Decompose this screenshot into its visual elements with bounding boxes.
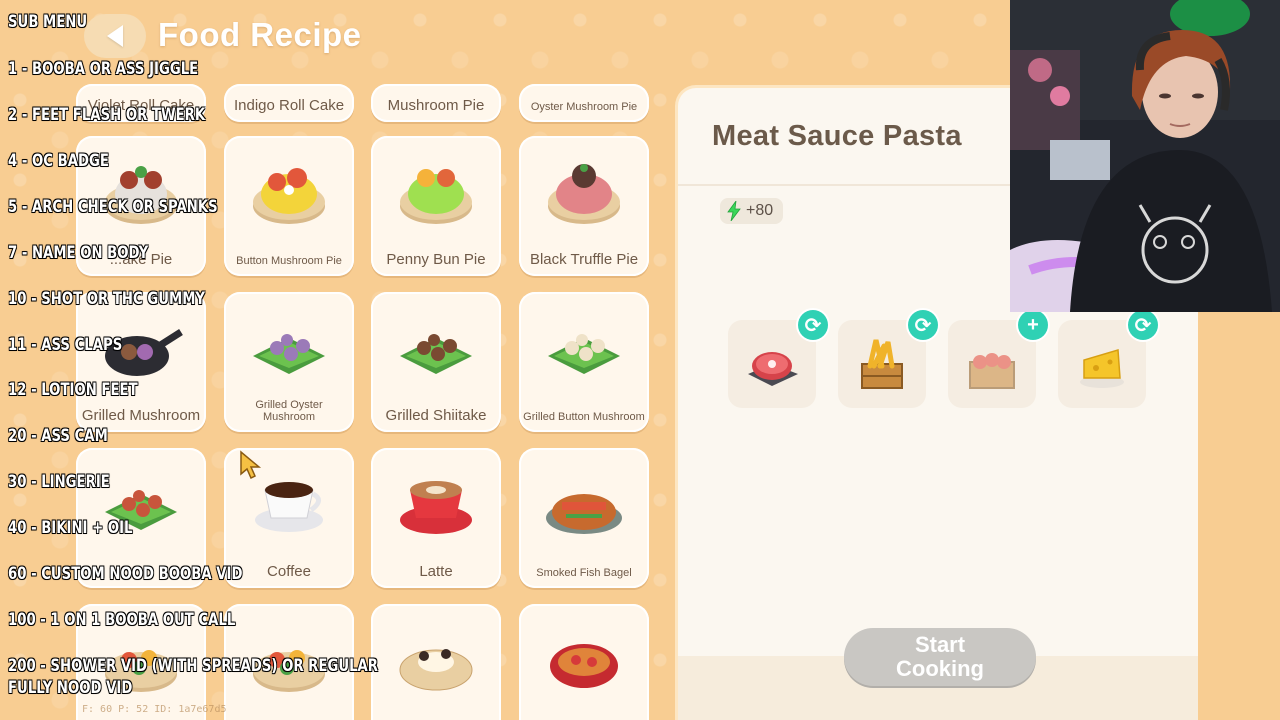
- recipe-card-label: Grilled Shiitake: [385, 406, 487, 424]
- cheese-icon: [1080, 349, 1124, 388]
- recipe-card-label: Latte: [419, 562, 453, 580]
- sub-menu-line: 100 - 1 ON 1 BOOBA OUT CALL: [8, 610, 236, 630]
- recipe-card[interactable]: Grilled Shiitake: [371, 292, 501, 432]
- sub-menu-line: FULLY NOOD VID: [8, 678, 133, 698]
- swap-icon[interactable]: ⟳: [1128, 310, 1158, 340]
- ingredient-slot-meat[interactable]: ⟳: [728, 310, 828, 408]
- sub-menu-line: 20 - ASS CAM: [8, 426, 108, 446]
- recipe-card-label: Grilled Oyster Mushroom: [255, 398, 323, 424]
- streamer-webcam-image: [1010, 0, 1280, 312]
- chevron-left-icon: [107, 25, 123, 47]
- recipe-card[interactable]: Penny Bun Pie: [371, 136, 501, 276]
- sub-menu-line: 5 - ARCH CHECK OR SPANKS: [8, 197, 218, 217]
- sub-menu-line: 4 - OC BADGE: [8, 151, 109, 171]
- ingredient-slot-cheese[interactable]: ⟳: [1058, 310, 1158, 408]
- ingredient-slots: ⟳ ⟳ + ⟳: [728, 310, 1158, 410]
- swap-icon[interactable]: ⟳: [908, 310, 938, 340]
- back-button[interactable]: [84, 14, 146, 58]
- ingredient-slot-tomato[interactable]: +: [948, 310, 1048, 408]
- sub-menu-line: 40 - BIKINI + OIL: [8, 518, 133, 538]
- recipe-food-icon: [105, 166, 177, 224]
- page-title: Food Recipe: [158, 16, 362, 53]
- add-icon[interactable]: +: [1018, 310, 1048, 340]
- recipe-card[interactable]: Grilled Button Mushroom: [519, 292, 649, 432]
- start-cooking-button[interactable]: Start Cooking: [844, 628, 1036, 686]
- recipe-card[interactable]: Black Truffle Pie: [519, 136, 649, 276]
- recipe-card[interactable]: [519, 604, 649, 720]
- recipe-food-icon: [399, 649, 473, 691]
- recipe-card-label: Indigo Roll Cake: [233, 96, 345, 114]
- sub-menu-line: 30 - LINGERIE: [8, 472, 110, 492]
- recipe-card[interactable]: Mushroom Pie: [371, 84, 501, 122]
- recipe-card[interactable]: Oyster Mushroom Pie: [519, 84, 649, 122]
- sub-menu-line: 1 - BOOBA OR ASS JIGGLE: [8, 59, 199, 79]
- recipe-card[interactable]: Latte: [371, 448, 501, 588]
- recipe-food-icon: [400, 169, 472, 224]
- sub-menu-line: 10 - SHOT OR THC GUMMY: [8, 289, 206, 309]
- recipe-food-icon: [550, 644, 618, 688]
- recipe-food-icon: [548, 334, 620, 374]
- recipe-card-label: Oyster Mushroom Pie: [530, 101, 638, 114]
- sub-menu-line: 11 - ASS CLAPS: [8, 335, 123, 355]
- recipe-card[interactable]: Button Mushroom Pie: [224, 136, 354, 276]
- sub-menu-line: 60 - CUSTOM NOOD BOOBA VID: [8, 564, 243, 584]
- recipe-card-label: Mushroom Pie: [387, 96, 485, 114]
- swap-icon[interactable]: ⟳: [798, 310, 828, 340]
- sub-menu-line: 7 - NAME ON BODY: [8, 243, 149, 263]
- recipe-card[interactable]: Grilled Mushroom: [76, 292, 206, 432]
- right-background-strip: [1198, 312, 1280, 720]
- recipe-food-icon: [400, 481, 472, 534]
- energy-value: +80: [746, 202, 774, 219]
- wheat-crate-icon: [861, 339, 903, 389]
- recipe-card-label: Black Truffle Pie: [529, 250, 639, 268]
- recipe-food-icon: [546, 494, 622, 534]
- ingredient-slot-wheat[interactable]: ⟳: [838, 310, 938, 408]
- sub-menu-line: 200 - SHOWER VID (WITH SPREADS) OR REGUL…: [8, 656, 379, 676]
- energy-badge: +80: [720, 198, 784, 224]
- recipe-food-icon: [253, 168, 325, 224]
- debug-info: F: 60 P: 52 ID: 1a7e67d5: [82, 704, 227, 715]
- meat-icon: [748, 352, 798, 386]
- recipe-food-icon: [548, 164, 620, 224]
- webcam-overlay: [1010, 0, 1280, 312]
- recipe-card[interactable]: Grilled Oyster Mushroom: [224, 292, 354, 432]
- recipe-card-label: Grilled Mushroom: [81, 406, 201, 424]
- recipe-card-label: Grilled Button Mushroom: [523, 411, 645, 424]
- recipe-food-icon: [400, 334, 472, 374]
- recipe-card-label: Coffee: [267, 562, 311, 580]
- sub-menu-line: SUB MENU: [8, 12, 88, 32]
- recipe-card[interactable]: Smoked Fish Bagel: [519, 448, 649, 588]
- tomato-crate-icon: [969, 353, 1015, 389]
- recipe-detail-title: Meat Sauce Pasta: [712, 120, 962, 152]
- lightning-icon: [727, 201, 741, 221]
- recipe-food-icon: [253, 334, 325, 374]
- recipe-card-label: Penny Bun Pie: [386, 250, 486, 268]
- mouse-cursor-icon: [240, 450, 262, 480]
- recipe-card-label: Button Mushroom Pie: [236, 255, 342, 268]
- recipe-card[interactable]: Indigo Roll Cake: [224, 84, 354, 122]
- sub-menu-line: 2 - FEET FLASH OR TWERK: [8, 105, 206, 125]
- recipe-card-label: Smoked Fish Bagel: [536, 567, 632, 580]
- sub-menu-line: 12 - LOTION FEET: [8, 380, 138, 400]
- recipe-card[interactable]: Black Truffle Cream: [371, 604, 501, 720]
